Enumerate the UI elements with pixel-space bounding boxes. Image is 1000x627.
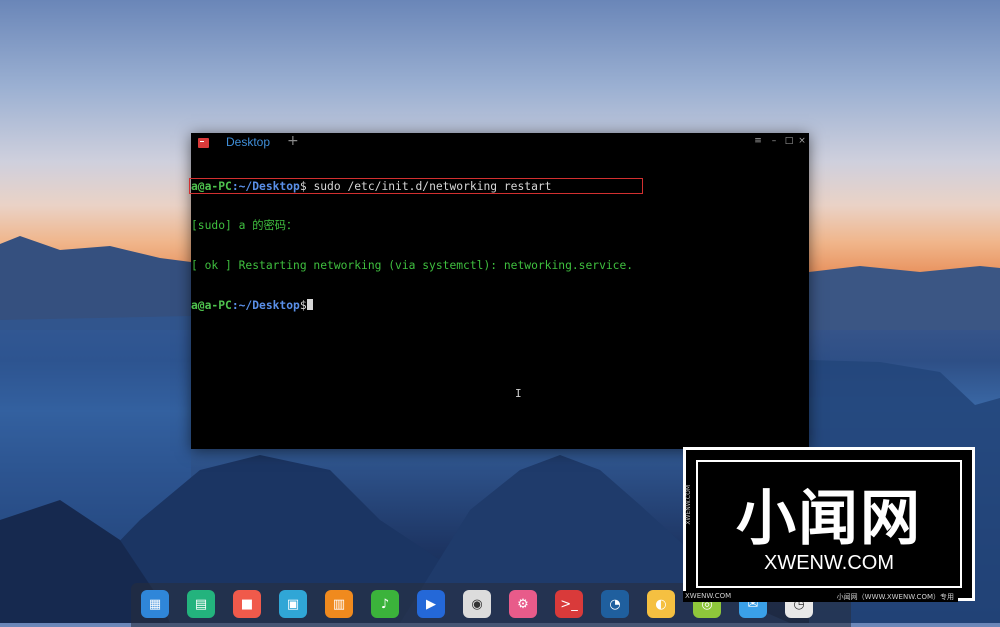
screen-recorder-icon[interactable]: ■ — [233, 590, 261, 618]
launcher-icon[interactable]: ▦ — [141, 590, 169, 618]
shop-icon[interactable]: ▥ — [325, 590, 353, 618]
menu-button[interactable]: ≡ — [752, 136, 764, 146]
terminal-line-current-prompt: a@a-PC:~/Desktop$ — [191, 299, 809, 312]
minimize-button[interactable]: – — [768, 136, 780, 146]
settings-icon[interactable]: ⚙ — [509, 590, 537, 618]
watermark-strip-right: 小闻网（WWW.XWENW.COM）专用 — [836, 593, 954, 601]
mouse-ibeam-cursor: I — [515, 387, 522, 400]
watermark-strip: XWENW.COM 小闻网（WWW.XWENW.COM）专用 — [683, 591, 958, 602]
terminal-icon[interactable]: >_ — [555, 590, 583, 618]
new-tab-button[interactable]: + — [287, 133, 299, 149]
close-button[interactable]: × — [796, 136, 808, 146]
chrome-icon[interactable]: ◉ — [463, 590, 491, 618]
tab-desktop[interactable]: Desktop — [226, 135, 270, 149]
watermark-chinese: 小闻网 — [736, 484, 922, 554]
music-icon[interactable]: ♪ — [371, 590, 399, 618]
prompt-dollar: $ — [299, 299, 307, 313]
text-cursor — [306, 299, 313, 311]
terminal-app-icon — [198, 138, 209, 148]
browser-icon[interactable]: ◐ — [647, 590, 675, 618]
watermark-vertical-text: XWENW.COM — [685, 485, 692, 525]
terminal-line-restart-output: [ ok ] Restarting networking (via system… — [191, 259, 634, 273]
watermark-domain: XWENW.COM — [764, 552, 894, 574]
video-icon[interactable]: ▶ — [417, 590, 445, 618]
terminal-line-sudo-prompt: [sudo] a 的密码： — [191, 219, 298, 233]
file-manager-icon[interactable]: ▤ — [187, 590, 215, 618]
maximize-button[interactable]: □ — [783, 136, 795, 146]
app-store-icon[interactable]: ▣ — [279, 590, 307, 618]
terminal-output[interactable]: a@a-PC:~/Desktop$ sudo /etc/init.d/netwo… — [189, 153, 809, 449]
watermark-strip-left: XWENW.COM — [685, 592, 732, 600]
prompt-path: :~/Desktop — [231, 299, 300, 313]
assistant-icon[interactable]: ◔ — [601, 590, 629, 618]
terminal-titlebar[interactable]: Desktop + ≡ – □ × — [191, 133, 809, 153]
prompt-user: a@a-PC — [191, 299, 232, 313]
watermark-logo: 小闻网 XWENW.COM XWENW.COM — [683, 447, 975, 601]
terminal-window[interactable]: Desktop + ≡ – □ × a@a-PC:~/Desktop$ sudo… — [189, 133, 809, 449]
highlight-box — [189, 178, 643, 194]
